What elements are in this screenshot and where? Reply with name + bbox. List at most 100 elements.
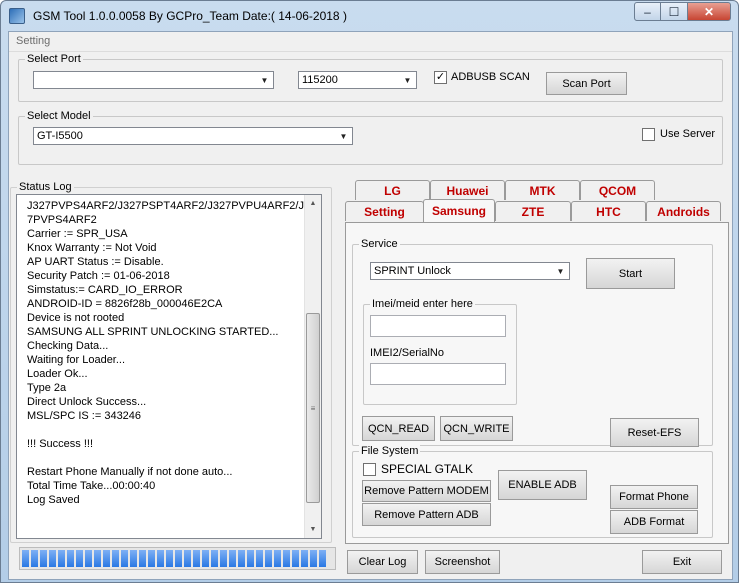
log-line: J327PVPS4ARF2/J327PSPT4ARF2/J327PVPU4ARF…: [27, 200, 305, 212]
progress-segment: [202, 550, 209, 567]
progress-segment: [256, 550, 263, 567]
progress-segment: [238, 550, 245, 567]
select-port-label: Select Port: [25, 53, 83, 65]
screenshot-button[interactable]: Screenshot: [425, 550, 500, 574]
maximize-button[interactable]: ☐: [660, 2, 688, 21]
tab-samsung[interactable]: Samsung: [423, 199, 495, 222]
tab-htc[interactable]: HTC: [571, 201, 646, 221]
progress-segment: [175, 550, 182, 567]
menu-setting[interactable]: Setting: [16, 35, 50, 47]
use-server-checkbox[interactable]: [642, 128, 655, 141]
window-title: GSM Tool 1.0.0.0058 By GCPro_Team Date:(…: [33, 9, 347, 23]
progress-segment: [319, 550, 326, 567]
file-system-label: File System: [359, 445, 421, 457]
tab-qcom[interactable]: QCOM: [580, 180, 655, 200]
tab-mtk[interactable]: MTK: [505, 180, 580, 200]
chevron-down-icon: ▼: [260, 75, 269, 85]
scroll-down-icon[interactable]: ▼: [305, 521, 321, 538]
status-log-textbox[interactable]: J327PVPS4ARF2/J327PSPT4ARF2/J327PVPU4ARF…: [16, 194, 322, 539]
scan-port-button[interactable]: Scan Port: [546, 72, 627, 95]
use-server-label: Use Server: [660, 128, 716, 140]
progress-segment: [274, 550, 281, 567]
tab-lg[interactable]: LG: [355, 180, 430, 200]
scroll-thumb[interactable]: ≡: [306, 313, 320, 503]
imei-group: Imei/meid enter here IMEI2/SerialNo: [363, 298, 517, 405]
progress-segment: [67, 550, 74, 567]
log-line: MSL/SPC IS := 343246: [27, 410, 142, 422]
log-scrollbar[interactable]: ▲ ≡ ▼: [304, 195, 321, 538]
tab-androids[interactable]: Androids: [646, 201, 721, 221]
model-select[interactable]: GT-I5500 ▼: [33, 127, 353, 145]
progress-segment: [76, 550, 83, 567]
reset-efs-button[interactable]: Reset-EFS: [610, 418, 699, 447]
log-line: Carrier := SPR_USA: [27, 228, 128, 240]
tab-huawei[interactable]: Huawei: [430, 180, 505, 200]
progress-segment: [22, 550, 29, 567]
remove-pattern-adb-button[interactable]: Remove Pattern ADB: [362, 503, 491, 526]
progress-segment: [121, 550, 128, 567]
service-group: Service SPRINT Unlock ▼ Start Imei/meid …: [352, 238, 713, 447]
status-log-label: Status Log: [17, 181, 74, 193]
service-label: Service: [359, 238, 400, 250]
select-port-group: Select Port ▼ 115200 ▼ ✓ ADBUSB SCAN Sca…: [18, 53, 723, 102]
chevron-down-icon: ▼: [339, 131, 348, 141]
progress-segment: [49, 550, 56, 567]
progress-segment: [139, 550, 146, 567]
exit-button[interactable]: Exit: [642, 550, 722, 574]
port-select[interactable]: ▼: [33, 71, 274, 89]
progress-segment: [292, 550, 299, 567]
log-line: SAMSUNG ALL SPRINT UNLOCKING STARTED...: [27, 326, 279, 338]
progress-segment: [193, 550, 200, 567]
log-line: AP UART Status := Disable.: [27, 256, 164, 268]
progress-segment: [310, 550, 317, 567]
log-line: Waiting for Loader...: [27, 354, 126, 366]
app-icon: [9, 8, 25, 24]
scroll-up-icon[interactable]: ▲: [305, 195, 321, 212]
remove-pattern-modem-button[interactable]: Remove Pattern MODEM: [362, 480, 491, 502]
progress-segment: [265, 550, 272, 567]
log-line: Device is not rooted: [27, 312, 125, 324]
progress-segment: [166, 550, 173, 567]
adb-format-button[interactable]: ADB Format: [610, 510, 698, 534]
enable-adb-button[interactable]: ENABLE ADB: [498, 470, 587, 500]
progress-segment: [148, 550, 155, 567]
imei-label: Imei/meid enter here: [370, 298, 475, 310]
log-line: Security Patch := 01-06-2018: [27, 270, 170, 282]
adbusb-scan-checkbox[interactable]: ✓: [434, 71, 447, 84]
progress-segment: [103, 550, 110, 567]
tab-setting[interactable]: Setting: [345, 201, 424, 221]
progress-segment: [283, 550, 290, 567]
log-line: Checking Data...: [27, 340, 109, 352]
log-line: Knox Warranty := Not Void: [27, 242, 157, 254]
log-line: Log Saved: [27, 494, 80, 506]
log-line: Restart Phone Manually if not done auto.…: [27, 466, 233, 478]
log-line: ANDROID-ID = 8826f28b_000046E2CA: [27, 298, 223, 310]
baud-select[interactable]: 115200 ▼: [298, 71, 417, 89]
progress-segment: [130, 550, 137, 567]
progress-segment: [247, 550, 254, 567]
clear-log-button[interactable]: Clear Log: [347, 550, 418, 574]
qcn-write-button[interactable]: QCN_WRITE: [440, 416, 513, 441]
service-select[interactable]: SPRINT Unlock ▼: [370, 262, 570, 280]
log-line: Loader Ok...: [27, 368, 88, 380]
start-button[interactable]: Start: [586, 258, 675, 289]
minimize-button[interactable]: –: [634, 2, 661, 21]
qcn-read-button[interactable]: QCN_READ: [362, 416, 435, 441]
imei-input[interactable]: [370, 315, 506, 337]
special-gtalk-label: SPECIAL GTALK: [381, 462, 474, 476]
title-bar[interactable]: GSM Tool 1.0.0.0058 By GCPro_Team Date:(…: [1, 1, 738, 31]
progress-segment: [301, 550, 308, 567]
chevron-down-icon: ▼: [556, 266, 565, 276]
log-lines: J327PVPS4ARF2/J327PSPT4ARF2/J327PVPU4ARF…: [27, 199, 305, 507]
progress-segment: [229, 550, 236, 567]
select-model-label: Select Model: [25, 110, 93, 122]
progress-segment: [157, 550, 164, 567]
imei2-input[interactable]: [370, 363, 506, 385]
log-line: Total Time Take...00:00:40: [27, 480, 156, 492]
tab-zte[interactable]: ZTE: [495, 201, 571, 221]
model-select-value: GT-I5500: [37, 130, 83, 142]
special-gtalk-checkbox[interactable]: [363, 463, 376, 476]
format-phone-button[interactable]: Format Phone: [610, 485, 698, 509]
close-button[interactable]: ✕: [687, 2, 731, 21]
